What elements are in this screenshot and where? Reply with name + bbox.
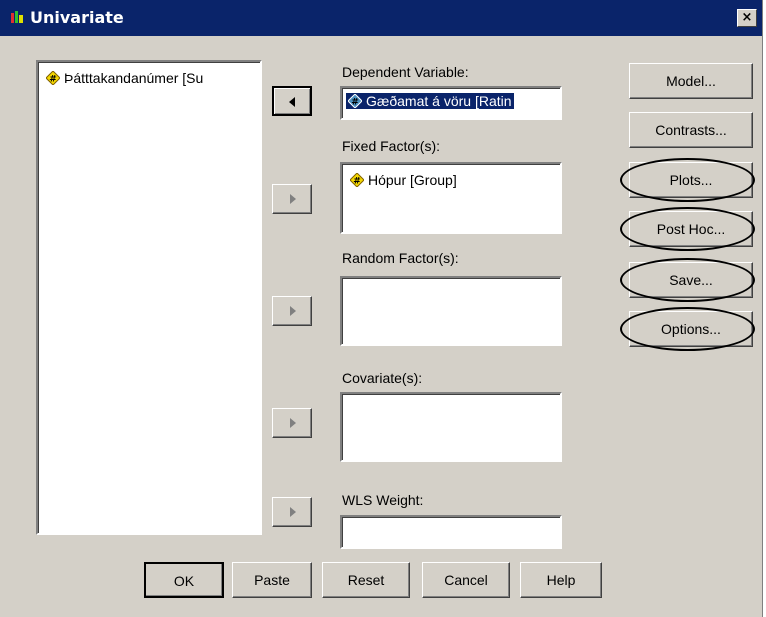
cancel-button-label: Cancel	[444, 572, 488, 588]
plots-button-label: Plots...	[669, 172, 713, 188]
univariate-dialog: Univariate × # Þátttakandanúmer [Su Depe…	[0, 0, 763, 617]
covariates-label: Covariate(s):	[342, 370, 423, 386]
contrasts-button[interactable]: Contrasts...	[629, 112, 753, 148]
move-random-factor-button[interactable]	[272, 296, 312, 326]
post-hoc-button-label: Post Hoc...	[656, 221, 726, 237]
list-item[interactable]: # Þátttakandanúmer [Su	[46, 70, 203, 86]
random-factors-label: Random Factor(s):	[342, 250, 459, 266]
svg-text:#: #	[351, 98, 359, 108]
contrasts-button-label: Contrasts...	[655, 122, 727, 138]
post-hoc-button[interactable]: Post Hoc...	[629, 211, 753, 247]
move-dependent-button[interactable]	[272, 86, 312, 116]
fixed-factors-label: Fixed Factor(s):	[342, 138, 441, 154]
reset-button-label: Reset	[347, 572, 385, 588]
arrow-right-icon	[290, 194, 296, 204]
arrow-right-icon	[290, 306, 296, 316]
title-bar[interactable]: Univariate ×	[0, 0, 762, 36]
arrow-right-icon	[290, 507, 296, 517]
fixed-factors-list[interactable]: # Hópur [Group]	[340, 162, 562, 234]
list-item[interactable]: # Hópur [Group]	[350, 172, 457, 188]
ok-button-label: OK	[173, 573, 195, 589]
svg-text:#: #	[49, 75, 57, 85]
ok-button[interactable]: OK	[144, 562, 224, 598]
covariates-list[interactable]	[340, 392, 562, 462]
save-button[interactable]: Save...	[629, 262, 753, 298]
list-item-label: Hópur [Group]	[368, 172, 457, 188]
dependent-variable-value: Gæðamat á vöru [Ratin	[366, 93, 512, 109]
ordinal-icon: #	[348, 94, 362, 108]
arrow-left-icon	[289, 97, 295, 107]
window-title: Univariate	[30, 8, 124, 27]
list-item-label: Þátttakandanúmer [Su	[64, 70, 204, 86]
dependent-variable-label: Dependent Variable:	[342, 64, 469, 80]
close-button[interactable]: ×	[737, 9, 757, 27]
move-fixed-factor-button[interactable]	[272, 184, 312, 214]
paste-button[interactable]: Paste	[232, 562, 312, 598]
random-factors-list[interactable]	[340, 276, 562, 346]
help-button-label: Help	[546, 572, 576, 588]
move-wls-weight-button[interactable]	[272, 497, 312, 527]
arrow-right-icon	[290, 418, 296, 428]
options-button[interactable]: Options...	[629, 311, 753, 347]
dependent-variable-field[interactable]: # Gæðamat á vöru [Ratin	[340, 86, 562, 120]
model-button-label: Model...	[666, 73, 716, 89]
paste-button-label: Paste	[254, 572, 290, 588]
wls-weight-label: WLS Weight:	[342, 492, 424, 508]
svg-text:#: #	[353, 177, 361, 187]
source-variable-list[interactable]: # Þátttakandanúmer [Su	[36, 60, 262, 535]
model-button[interactable]: Model...	[629, 63, 753, 99]
spss-app-icon	[10, 10, 24, 24]
options-button-label: Options...	[661, 321, 721, 337]
cancel-button[interactable]: Cancel	[422, 562, 510, 598]
help-button[interactable]: Help	[520, 562, 602, 598]
save-button-label: Save...	[669, 272, 713, 288]
numeric-scale-icon: #	[350, 173, 364, 187]
wls-weight-field[interactable]	[340, 515, 562, 549]
reset-button[interactable]: Reset	[322, 562, 410, 598]
plots-button[interactable]: Plots...	[629, 162, 753, 198]
dependent-variable-item[interactable]: # Gæðamat á vöru [Ratin	[346, 93, 514, 109]
move-covariate-button[interactable]	[272, 408, 312, 438]
numeric-scale-icon: #	[46, 71, 60, 85]
